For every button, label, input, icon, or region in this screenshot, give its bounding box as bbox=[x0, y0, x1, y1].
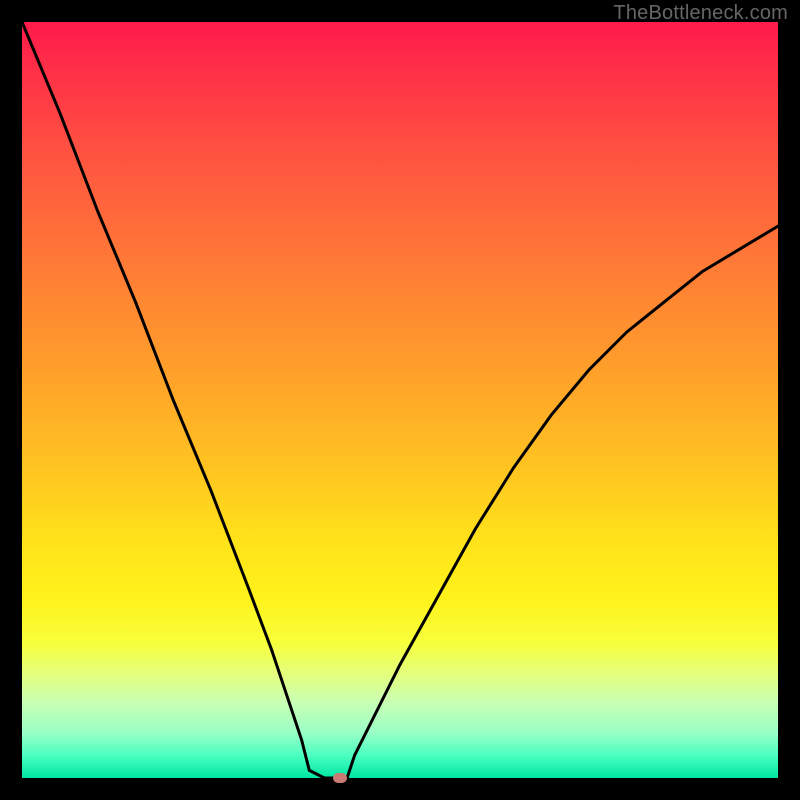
curve-svg bbox=[22, 22, 778, 778]
watermark-text: TheBottleneck.com bbox=[613, 2, 788, 25]
plot-area bbox=[22, 22, 778, 778]
bottleneck-curve bbox=[22, 22, 778, 778]
chart-frame: TheBottleneck.com bbox=[0, 0, 800, 800]
marker-dot bbox=[333, 773, 347, 783]
